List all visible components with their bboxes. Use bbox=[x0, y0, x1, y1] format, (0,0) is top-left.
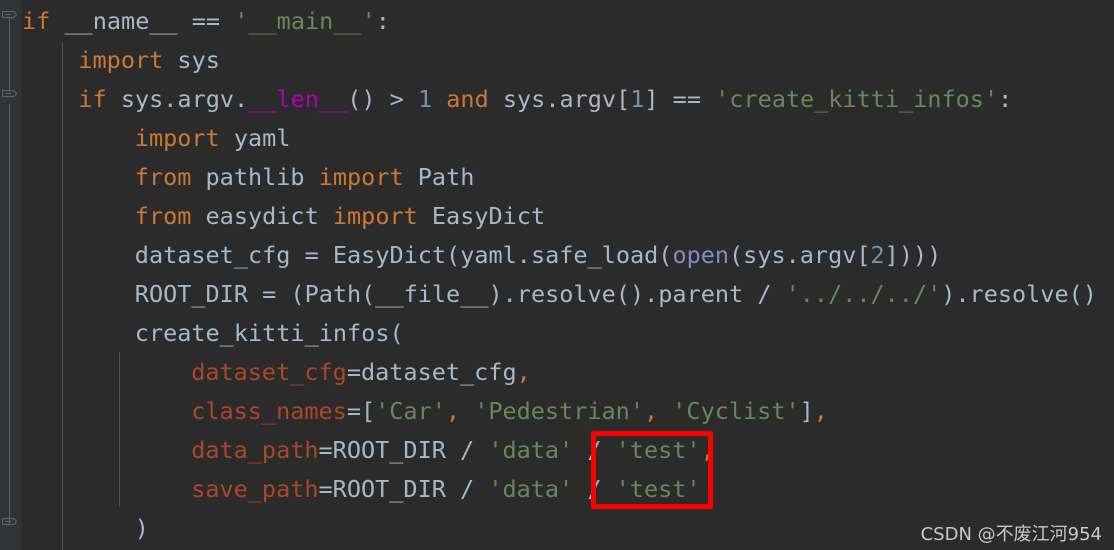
code-token: __len__ bbox=[248, 85, 348, 113]
code-token: 'Pedestrian' bbox=[474, 397, 644, 425]
code-token: class_names bbox=[191, 397, 347, 425]
code-token: import bbox=[134, 124, 220, 152]
indent-guide-level-3 bbox=[119, 352, 120, 507]
code-token: ] bbox=[799, 397, 814, 425]
code-token: =dataset_cfg bbox=[346, 358, 517, 386]
code-token: sys.argv. bbox=[106, 85, 249, 113]
red-highlight-box bbox=[591, 431, 713, 509]
code-token: 1 bbox=[417, 85, 433, 113]
code-token: pathlib bbox=[191, 163, 319, 191]
code-token: dataset_cfg bbox=[191, 358, 347, 386]
code-token: =ROOT_DIR / bbox=[318, 475, 489, 503]
code-token: '../../../' bbox=[785, 280, 942, 308]
code-token: : bbox=[998, 85, 1013, 113]
fold-connector-line-2 bbox=[9, 104, 10, 524]
code-token: (sys.argv[ bbox=[729, 241, 871, 269]
code-token: == bbox=[177, 7, 235, 35]
code-token: ] == bbox=[644, 85, 716, 113]
code-token: save_path bbox=[191, 475, 319, 503]
code-token: if bbox=[78, 85, 107, 113]
code-token: __name__ bbox=[64, 7, 178, 35]
code-token: 1 bbox=[630, 85, 645, 113]
code-line[interactable]: import yaml bbox=[135, 119, 291, 158]
editor-gutter bbox=[0, 0, 22, 550]
code-line[interactable]: import sys bbox=[78, 41, 219, 80]
code-token: sys bbox=[163, 46, 220, 74]
code-editor-screenshot: if __name__ == '__main__': import sys if s… bbox=[0, 0, 1114, 550]
code-token: , bbox=[516, 358, 531, 386]
code-line[interactable]: dataset_cfg=dataset_cfg, bbox=[191, 353, 531, 392]
code-token: import bbox=[332, 202, 418, 230]
code-token: from bbox=[134, 202, 192, 230]
code-token: and bbox=[446, 85, 489, 113]
code-token: data_path bbox=[191, 436, 319, 464]
code-line[interactable]: from pathlib import Path bbox=[135, 158, 475, 197]
code-token: ).resolve() bbox=[941, 280, 1097, 308]
fold-marker-if-main[interactable] bbox=[2, 11, 17, 26]
code-token: ) bbox=[134, 514, 149, 542]
code-token: , bbox=[445, 397, 461, 425]
code-token: () > bbox=[347, 85, 418, 113]
code-token: 'Car' bbox=[375, 397, 446, 425]
code-token: ROOT_DIR = (Path(__file__).resolve().par… bbox=[134, 280, 786, 308]
code-token: 2 bbox=[870, 241, 885, 269]
fold-connector-line bbox=[9, 18, 10, 90]
code-token: 'data' bbox=[488, 436, 574, 464]
code-token: create_kitti_infos( bbox=[134, 319, 404, 347]
code-token: : bbox=[375, 7, 390, 35]
code-token: yaml bbox=[219, 124, 291, 152]
code-token: Path bbox=[403, 163, 475, 191]
code-token: EasyDict bbox=[417, 202, 546, 230]
code-line[interactable]: if __name__ == '__main__': bbox=[22, 2, 390, 41]
code-token: '__main__' bbox=[234, 7, 376, 35]
code-token: 'data' bbox=[488, 475, 574, 503]
code-line[interactable]: ) bbox=[135, 509, 149, 548]
code-line[interactable]: from easydict import EasyDict bbox=[135, 197, 545, 236]
code-token: from bbox=[134, 163, 192, 191]
indent-guide-level-1 bbox=[62, 42, 63, 550]
code-token: =[ bbox=[346, 397, 376, 425]
csdn-watermark: CSDN @不废江河954 bbox=[920, 524, 1102, 545]
code-line[interactable]: class_names=['Car', 'Pedestrian', 'Cycli… bbox=[191, 392, 828, 431]
code-token: easydict bbox=[191, 202, 333, 230]
code-token: open bbox=[672, 241, 730, 269]
code-token: import bbox=[78, 46, 164, 74]
code-line[interactable]: ROOT_DIR = (Path(__file__).resolve().par… bbox=[135, 275, 1097, 314]
code-token: dataset_cfg = EasyDict(yaml.safe_load( bbox=[134, 241, 673, 269]
code-area[interactable]: if __name__ == '__main__': import sys if s… bbox=[22, 0, 1114, 550]
code-token: if bbox=[22, 7, 51, 35]
code-token: 'Cyclist' bbox=[672, 397, 800, 425]
code-line[interactable]: if sys.argv.__len__() > 1 and sys.argv[1… bbox=[78, 80, 1012, 119]
code-token: , bbox=[813, 397, 828, 425]
code-token: sys.argv[ bbox=[488, 85, 631, 113]
fold-marker-if-argv[interactable] bbox=[2, 90, 17, 105]
code-token: ]))) bbox=[884, 241, 942, 269]
fold-marker-block-end[interactable] bbox=[2, 518, 17, 533]
code-token: import bbox=[318, 163, 404, 191]
code-token: 'create_kitti_infos' bbox=[715, 85, 999, 113]
code-line[interactable]: dataset_cfg = EasyDict(yaml.safe_load(op… bbox=[135, 236, 941, 275]
code-line[interactable]: create_kitti_infos( bbox=[135, 314, 404, 353]
code-token: , bbox=[643, 397, 659, 425]
code-token: =ROOT_DIR / bbox=[318, 436, 489, 464]
